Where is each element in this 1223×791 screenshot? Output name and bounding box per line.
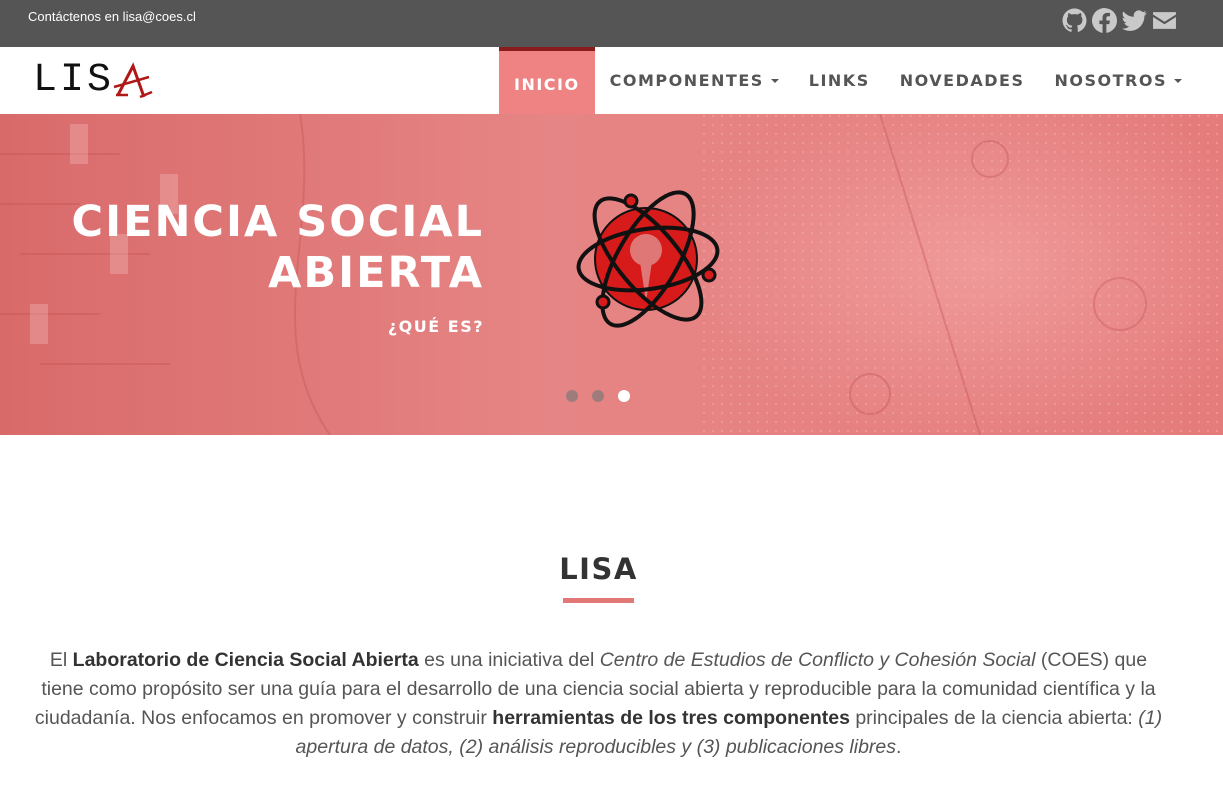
nav-item-nosotros[interactable]: NOSOTROS — [1040, 47, 1197, 114]
section-title: LISA — [559, 552, 638, 586]
hero-title-line1: CIENCIA SOCIAL — [71, 197, 484, 247]
title-underline — [563, 598, 634, 603]
intro-text: principales de la ciencia abierta: — [849, 707, 1139, 729]
intro-bold-lab-name: Laboratorio de Ciencia Social Abierta — [72, 649, 419, 671]
intro-text: es una iniciativa del — [418, 649, 600, 671]
twitter-icon[interactable] — [1122, 8, 1147, 33]
caret-down-icon — [1174, 78, 1182, 83]
main-nav: INICIO COMPONENTES LINKS NOVEDADES NOSOT… — [499, 47, 1197, 114]
carousel-dot-1[interactable] — [566, 390, 578, 402]
intro-bold-tools: herramientas de los tres componentes — [492, 707, 850, 729]
hero-carousel: CIENCIA SOCIAL ABIERTA ¿QUÉ ES? — [0, 114, 1223, 435]
intro-italic-coes: Centro de Estudios de Conflicto y Cohesi… — [599, 649, 1036, 671]
github-icon[interactable] — [1062, 8, 1087, 33]
facebook-icon[interactable] — [1092, 8, 1117, 33]
open-science-atom-icon — [576, 190, 720, 328]
carousel-dot-3-active[interactable] — [618, 390, 630, 402]
hero-title-line2: ABIERTA — [268, 248, 484, 298]
logo-text: LIS — [33, 58, 115, 103]
nav-item-novedades[interactable]: NOVEDADES — [885, 47, 1040, 114]
nav-item-inicio[interactable]: INICIO — [499, 47, 595, 114]
nav-label: NOVEDADES — [899, 71, 1025, 90]
que-es-link[interactable]: ¿QUÉ ES? — [388, 317, 484, 336]
intro-text: . — [896, 736, 902, 758]
nav-label: NOSOTROS — [1054, 71, 1167, 90]
nav-label: INICIO — [514, 75, 580, 94]
nav-label: LINKS — [808, 71, 870, 90]
navbar: LIS INICIO COMPONENTES LINKS NOVEDADES N… — [0, 47, 1223, 114]
logo-accent-a-icon — [113, 62, 153, 99]
envelope-icon[interactable] — [1152, 8, 1177, 33]
intro-text: El — [49, 649, 73, 671]
carousel-dot-2[interactable] — [592, 390, 604, 402]
contact-text[interactable]: Contáctenos en lisa@coes.cl — [28, 9, 196, 24]
nav-item-links[interactable]: LINKS — [794, 47, 885, 114]
lisa-logo[interactable]: LIS — [33, 58, 154, 104]
nav-label: COMPONENTES — [609, 71, 764, 90]
caret-down-icon — [770, 78, 779, 83]
social-links — [1062, 8, 1177, 33]
nav-item-componentes[interactable]: COMPONENTES — [595, 47, 794, 114]
top-bar: Contáctenos en lisa@coes.cl — [0, 0, 1223, 47]
carousel-indicators — [566, 390, 630, 402]
intro-paragraph: El Laboratorio de Ciencia Social Abierta… — [28, 646, 1169, 762]
